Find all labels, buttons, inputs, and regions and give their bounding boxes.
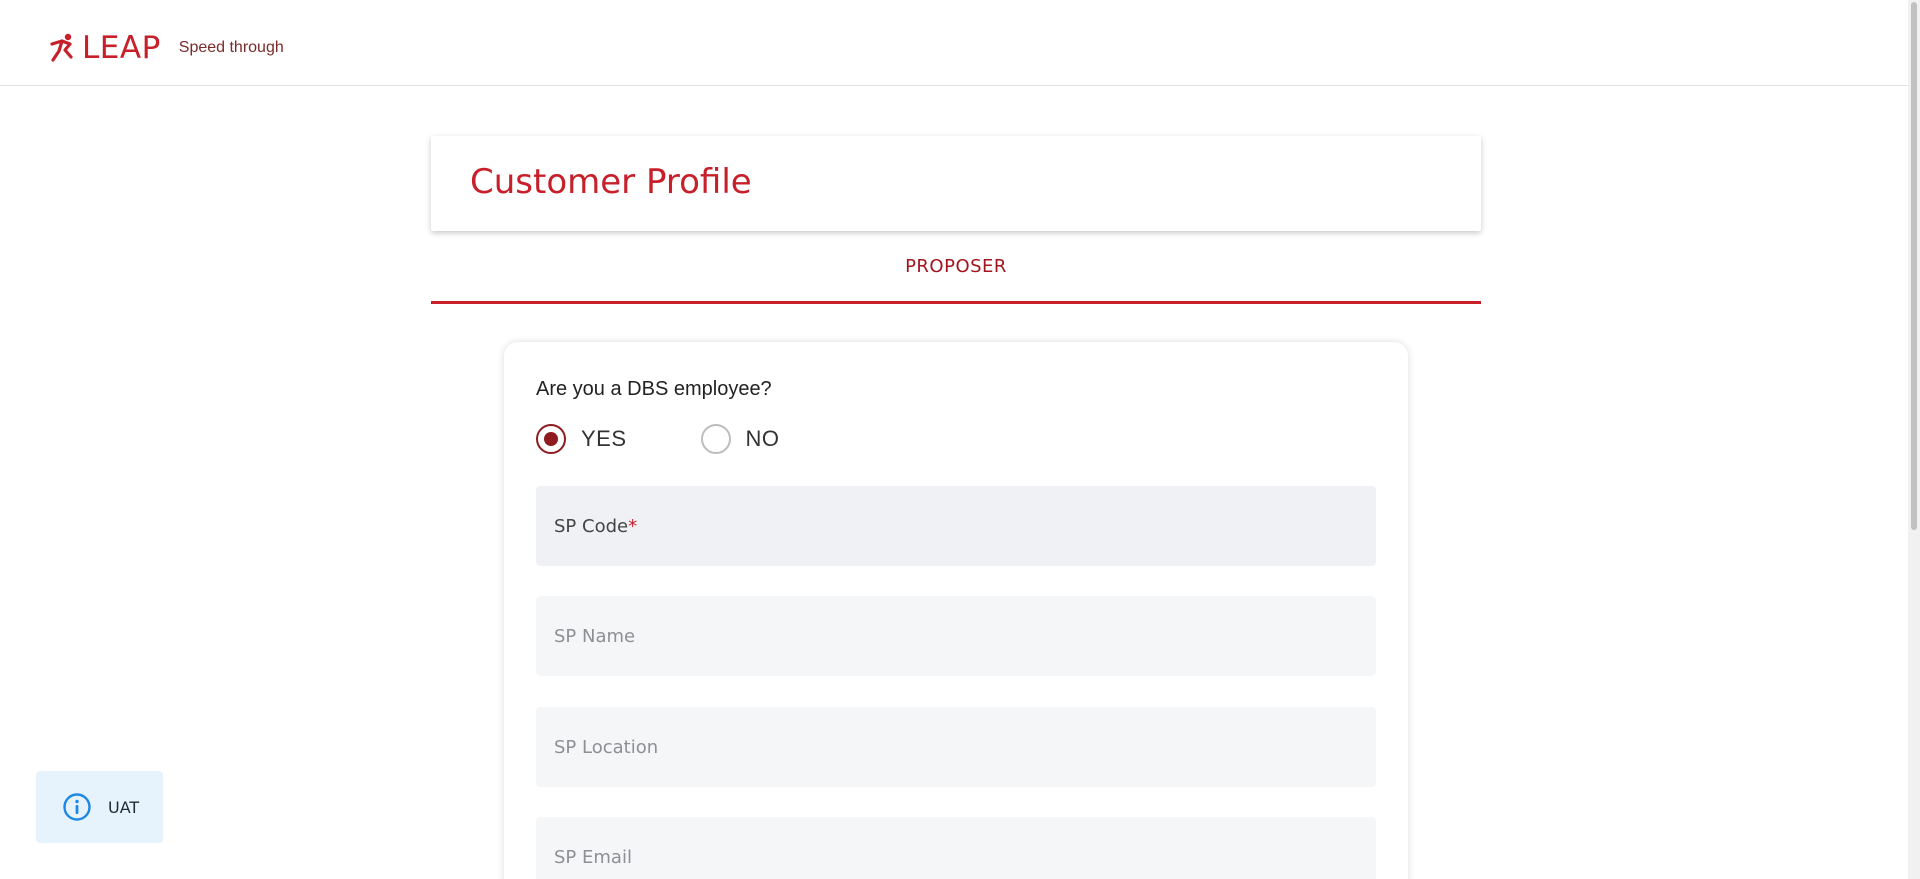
radio-checked-icon[interactable] bbox=[536, 424, 566, 454]
brand-tagline: Speed through bbox=[178, 39, 284, 56]
employee-radio-group: YES NO bbox=[536, 424, 780, 454]
tab-label: PROPOSER bbox=[905, 256, 1007, 277]
sp-location-field[interactable]: SP Location bbox=[536, 707, 1376, 787]
sp-email-field[interactable]: SP Email bbox=[536, 817, 1376, 879]
title-card: Customer Profile bbox=[431, 136, 1481, 231]
page-scrollbar[interactable] bbox=[1908, 0, 1920, 879]
tab-proposer[interactable]: PROPOSER bbox=[431, 246, 1481, 304]
sp-location-label: SP Location bbox=[554, 737, 659, 758]
runner-icon bbox=[50, 33, 73, 62]
radio-unchecked-icon[interactable] bbox=[700, 424, 731, 454]
sp-name-label: SP Name bbox=[554, 626, 636, 647]
sp-name-field[interactable]: SP Name bbox=[536, 596, 1376, 676]
page-title: Customer Profile bbox=[470, 162, 752, 202]
sp-email-label: SP Email bbox=[554, 847, 632, 868]
page: LEAP Speed through Customer Profile PROP… bbox=[0, 0, 1920, 879]
radio-dot bbox=[544, 432, 558, 446]
radio-option-no[interactable]: NO bbox=[700, 424, 780, 454]
sp-code-label: SP Code* bbox=[554, 516, 637, 537]
brand-name: LEAP bbox=[82, 30, 161, 66]
env-badge-label: UAT bbox=[108, 797, 140, 817]
radio-label-no: NO bbox=[745, 426, 780, 451]
scroll-thumb[interactable] bbox=[1911, 2, 1917, 530]
radio-label-yes: YES bbox=[581, 426, 627, 451]
required-mark: * bbox=[628, 516, 638, 537]
brand[interactable]: LEAP Speed through bbox=[48, 30, 284, 66]
radio-option-yes[interactable]: YES bbox=[536, 424, 627, 454]
info-icon bbox=[63, 793, 91, 821]
form-card: Are you a DBS employee? YES NO SP Code* … bbox=[504, 342, 1408, 879]
env-badge[interactable]: UAT bbox=[36, 771, 163, 843]
top-header: LEAP Speed through bbox=[0, 0, 1908, 86]
employee-question: Are you a DBS employee? bbox=[536, 378, 772, 400]
sp-code-label-text: SP Code bbox=[554, 516, 629, 537]
sp-code-field[interactable]: SP Code* bbox=[536, 486, 1376, 566]
